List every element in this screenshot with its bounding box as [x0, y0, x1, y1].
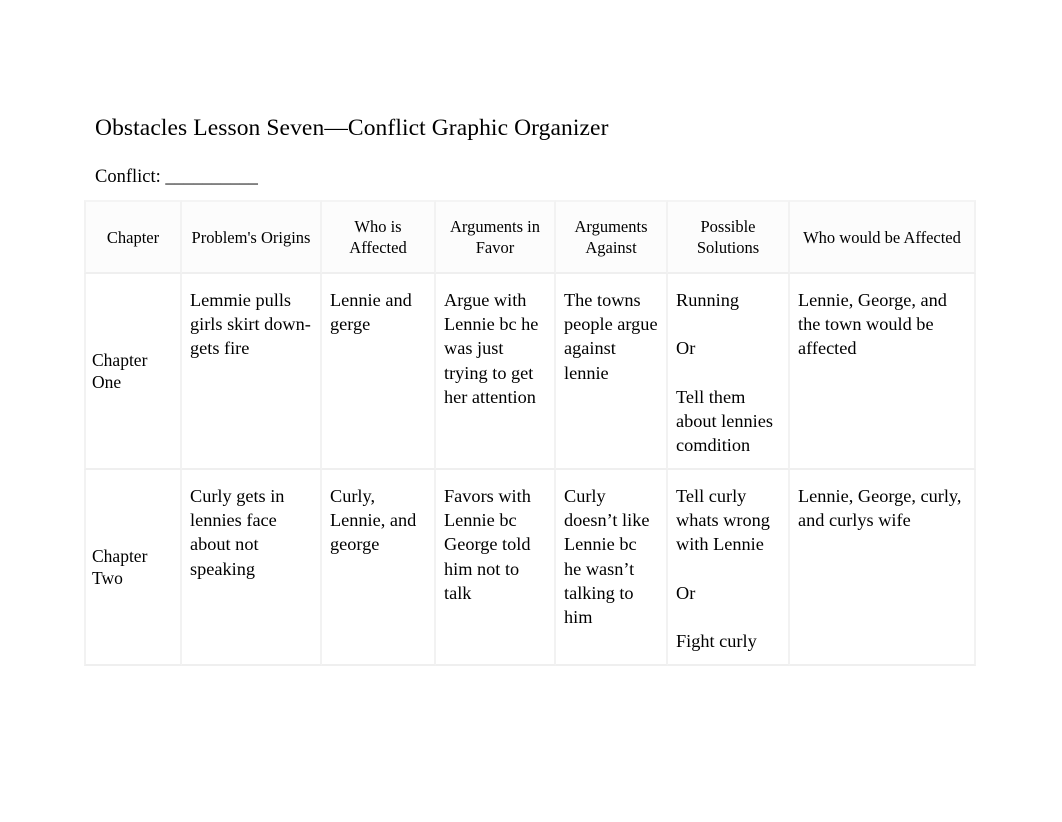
cell-arguments-against-text: The towns people argue against lennie [564, 290, 658, 383]
document-page: Obstacles Lesson Seven—Conflict Graphic … [0, 0, 1062, 822]
page-title: Obstacles Lesson Seven—Conflict Graphic … [95, 115, 609, 141]
cell-possible-solutions[interactable]: Running Or Tell them about lennies comdi… [668, 274, 790, 470]
column-header-possible-solutions: Possible Solutions [668, 200, 790, 274]
cell-who-would-be-affected-text: Lennie, George, curly, and curlys wife [798, 486, 962, 531]
cell-chapter-text: Chapter One [92, 350, 148, 392]
table-row: Chapter Two Curly gets in lennies face a… [84, 470, 976, 666]
cell-who-would-be-affected[interactable]: Lennie, George, and the town would be af… [790, 274, 976, 470]
table-row: Chapter One Lemmie pulls girls skirt dow… [84, 274, 976, 470]
column-header-arguments-in-favor: Arguments in Favor [436, 200, 556, 274]
cell-who-would-be-affected-text: Lennie, George, and the town would be af… [798, 290, 947, 359]
cell-who-would-be-affected[interactable]: Lennie, George, curly, and curlys wife [790, 470, 976, 666]
cell-possible-solutions[interactable]: Tell curly whats wrong with Lennie Or Fi… [668, 470, 790, 666]
cell-who-is-affected[interactable]: Lennie and gerge [322, 274, 436, 470]
conflict-field-line: Conflict: __________ [95, 165, 258, 189]
column-header-problems-origins: Problem's Origins [182, 200, 322, 274]
cell-who-is-affected-text: Lennie and gerge [330, 290, 412, 335]
cell-arguments-in-favor-text: Favors with Lennie bc George told him no… [444, 486, 531, 603]
cell-arguments-against[interactable]: Curly doesn’t like Lennie bc he wasn’t t… [556, 470, 668, 666]
cell-chapter[interactable]: Chapter Two [84, 470, 182, 666]
cell-arguments-against[interactable]: The towns people argue against lennie [556, 274, 668, 470]
column-header-who-is-affected: Who is Affected [322, 200, 436, 274]
conflict-label: Conflict: [95, 167, 161, 187]
column-header-arguments-against: Arguments Against [556, 200, 668, 274]
cell-chapter-text: Chapter Two [92, 546, 148, 588]
cell-who-is-affected-text: Curly, Lennie, and george [330, 486, 417, 555]
conflict-graphic-organizer-table: Chapter Problem's Origins Who is Affecte… [84, 200, 976, 666]
cell-chapter[interactable]: Chapter One [84, 274, 182, 470]
column-header-who-would-be-affected: Who would be Affected [790, 200, 976, 274]
conflict-graphic-organizer-table-wrapper: Chapter Problem's Origins Who is Affecte… [84, 200, 976, 666]
column-header-chapter: Chapter [84, 200, 182, 274]
conflict-blank-input[interactable]: __________ [165, 167, 258, 187]
cell-problems-origins[interactable]: Curly gets in lennies face about not spe… [182, 470, 322, 666]
cell-arguments-in-favor-text: Argue with Lennie bc he was just trying … [444, 290, 539, 407]
cell-possible-solutions-text: Tell curly whats wrong with Lennie Or Fi… [676, 486, 770, 652]
cell-problems-origins-text: Lemmie pulls girls skirt down- gets fire [190, 290, 311, 359]
cell-who-is-affected[interactable]: Curly, Lennie, and george [322, 470, 436, 666]
table-header-row: Chapter Problem's Origins Who is Affecte… [84, 200, 976, 274]
cell-arguments-against-text: Curly doesn’t like Lennie bc he wasn’t t… [564, 486, 650, 628]
cell-arguments-in-favor[interactable]: Argue with Lennie bc he was just trying … [436, 274, 556, 470]
cell-problems-origins[interactable]: Lemmie pulls girls skirt down- gets fire [182, 274, 322, 470]
cell-possible-solutions-text: Running Or Tell them about lennies comdi… [676, 290, 773, 456]
cell-problems-origins-text: Curly gets in lennies face about not spe… [190, 486, 285, 579]
cell-arguments-in-favor[interactable]: Favors with Lennie bc George told him no… [436, 470, 556, 666]
